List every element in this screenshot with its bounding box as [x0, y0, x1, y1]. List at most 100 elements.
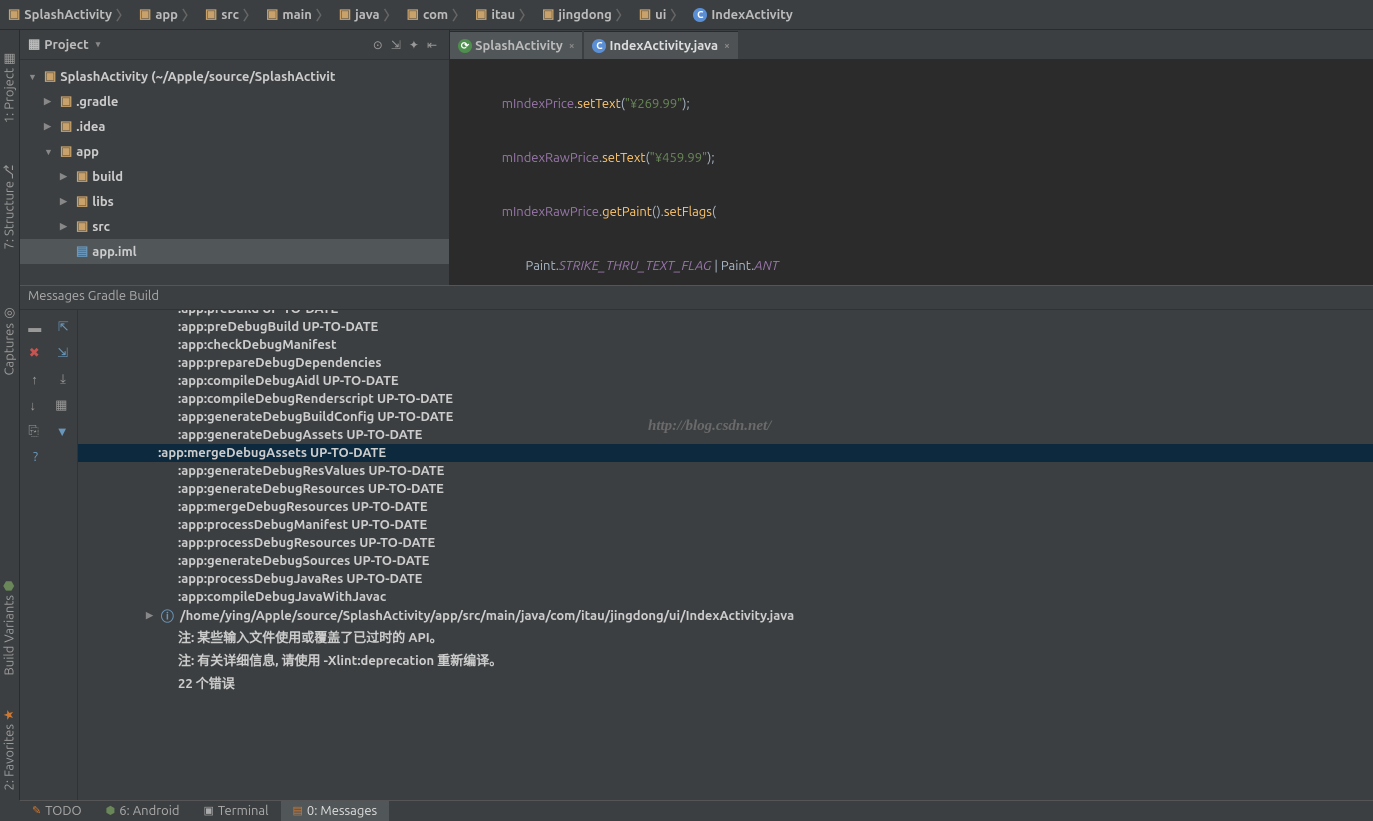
- tree-iml[interactable]: ▤app.iml: [20, 239, 449, 264]
- info-icon: ⓘ: [161, 606, 174, 625]
- java-icon: ⟳: [458, 39, 472, 53]
- build-line[interactable]: :app:generateDebugAssets UP-TO-DATE: [78, 426, 1373, 444]
- messages-icon: ▤: [293, 804, 303, 817]
- collapse-all-icon[interactable]: ⇲: [391, 38, 401, 52]
- crumb-jingdong[interactable]: ▣jingdong: [538, 5, 635, 24]
- project-root-icon: ▣: [44, 69, 56, 84]
- android-icon: ⬢: [106, 804, 116, 817]
- build-line[interactable]: :app:processDebugJavaRes UP-TO-DATE: [78, 570, 1373, 588]
- todo-icon: ✎: [32, 804, 41, 817]
- export-icon[interactable]: ⤓: [60, 372, 66, 387]
- project-title-icon: ▦: [28, 37, 40, 52]
- close-tab-icon[interactable]: ×: [569, 40, 575, 51]
- crumb-main[interactable]: ▣main: [262, 5, 335, 24]
- folder-icon: ▣: [76, 219, 88, 234]
- messages-panel: Messages Gradle Build ▬ ⇱ ✖ ⇲ ↑ ⤓ ↓ ▦ ⎘ ▼ ? :…: [20, 285, 1373, 800]
- folder-icon: ▣: [639, 7, 651, 22]
- tree-idea[interactable]: ▶▣.idea: [20, 114, 449, 139]
- build-line[interactable]: :app:generateDebugResValues UP-TO-DATE: [78, 462, 1373, 480]
- bottom-messages[interactable]: ▤0: Messages: [281, 801, 390, 821]
- pin-icon[interactable]: ⎘: [28, 424, 38, 439]
- rail-structure[interactable]: 7: Structure⎇: [2, 163, 17, 249]
- settings-icon[interactable]: ✦: [409, 38, 419, 52]
- folder-icon: ▣: [475, 7, 487, 22]
- project-icon: ▣: [8, 7, 20, 22]
- scroll-from-source-icon[interactable]: ⊙: [373, 38, 383, 52]
- messages-toolbar: ▬ ⇱ ✖ ⇲ ↑ ⤓ ↓ ▦ ⎘ ▼ ?: [20, 310, 78, 800]
- down-icon[interactable]: ↓: [30, 398, 37, 413]
- build-line[interactable]: :app:compileDebugRenderscript UP-TO-DATE: [78, 390, 1373, 408]
- stop-icon[interactable]: ▬: [28, 320, 41, 335]
- build-line[interactable]: :app:mergeDebugResources UP-TO-DATE: [78, 498, 1373, 516]
- project-panel: ▦Project ⊙ ⇲ ✦ ⇤ ▼▣SplashActivity (~/App…: [20, 30, 450, 285]
- crumb-class[interactable]: CIndexActivity: [689, 8, 802, 22]
- rail-favorites[interactable]: 2: Favorites★: [2, 706, 17, 790]
- tree-libs[interactable]: ▶▣libs: [20, 189, 449, 214]
- build-line[interactable]: :app:processDebugResources UP-TO-DATE: [78, 534, 1373, 552]
- filter-icon[interactable]: ▼: [56, 424, 69, 439]
- hide-icon[interactable]: ⇤: [427, 38, 437, 52]
- tree-src[interactable]: ▶▣src: [20, 214, 449, 239]
- code-editor[interactable]: mIndexPrice.setText("¥269.99"); mIndexRa…: [450, 60, 1373, 285]
- folder-icon: ▣: [407, 7, 419, 22]
- build-line[interactable]: :app:generateDebugSources UP-TO-DATE: [78, 552, 1373, 570]
- rail-captures[interactable]: Captures◎: [2, 305, 17, 376]
- left-tool-rail: 1: Project▦ 7: Structure⎇: [0, 30, 20, 285]
- build-line[interactable]: :app:generateDebugResources UP-TO-DATE: [78, 480, 1373, 498]
- build-line[interactable]: :app:checkDebugManifest: [78, 336, 1373, 354]
- build-line[interactable]: :app:compileDebugJavaWithJavac: [78, 588, 1373, 606]
- build-line[interactable]: :app:preDebugBuild UP-TO-DATE: [78, 318, 1373, 336]
- folder-icon: ▣: [60, 119, 72, 134]
- iml-icon: ▤: [76, 244, 88, 259]
- folder-icon: ▣: [76, 169, 88, 184]
- messages-header: Messages Gradle Build: [20, 286, 1373, 310]
- build-line[interactable]: :app:processDebugManifest UP-TO-DATE: [78, 516, 1373, 534]
- crumb-itau[interactable]: ▣itau: [471, 5, 538, 24]
- tree-build[interactable]: ▶▣build: [20, 164, 449, 189]
- project-rail-icon: ▦: [2, 50, 17, 65]
- tab-indexactivity[interactable]: C IndexActivity.java×: [584, 31, 737, 59]
- bottom-todo[interactable]: ✎TODO: [20, 801, 94, 821]
- crumb-project[interactable]: ▣SplashActivity: [4, 5, 135, 24]
- collapse-icon[interactable]: ⇲: [57, 346, 68, 361]
- close-tab-icon[interactable]: ×: [724, 40, 730, 51]
- crumb-ui[interactable]: ▣ui: [635, 5, 690, 24]
- build-line[interactable]: :app:generateDebugBuildConfig UP-TO-DATE: [78, 408, 1373, 426]
- project-panel-header: ▦Project ⊙ ⇲ ✦ ⇤: [20, 30, 449, 60]
- terminal-icon: ▣: [203, 804, 213, 817]
- project-panel-title[interactable]: ▦Project: [28, 37, 100, 52]
- bottom-terminal[interactable]: ▣Terminal: [191, 801, 280, 821]
- layout-icon[interactable]: ▦: [55, 398, 67, 413]
- error-count: 22 个错误: [78, 671, 1373, 694]
- folder-icon: ▣: [205, 7, 217, 22]
- bottom-android[interactable]: ⬢6: Android: [94, 801, 192, 821]
- build-line[interactable]: :app:preBuild UP-TO-DATE: [78, 310, 1373, 318]
- expand-icon[interactable]: ⇱: [58, 320, 69, 335]
- tree-gradle[interactable]: ▶▣.gradle: [20, 89, 449, 114]
- rail-build-variants[interactable]: Build Variants⬢: [2, 577, 17, 675]
- folder-icon: ▣: [139, 7, 151, 22]
- build-variants-icon: ⬢: [2, 577, 17, 592]
- project-tree[interactable]: ▼▣SplashActivity (~/Apple/source/SplashA…: [20, 60, 449, 285]
- crumb-app[interactable]: ▣app: [135, 5, 201, 24]
- crumb-src[interactable]: ▣src: [201, 5, 262, 24]
- crumb-java[interactable]: ▣java: [335, 5, 403, 24]
- build-line[interactable]: :app:prepareDebugDependencies: [78, 354, 1373, 372]
- build-line-selected[interactable]: :app:mergeDebugAssets UP-TO-DATE: [78, 444, 1373, 462]
- folder-icon: ▣: [60, 94, 72, 109]
- up-icon[interactable]: ↑: [31, 372, 38, 387]
- tree-root[interactable]: ▼▣SplashActivity (~/Apple/source/SplashA…: [20, 64, 449, 89]
- crumb-com[interactable]: ▣com: [403, 5, 471, 24]
- tree-app[interactable]: ▼▣app: [20, 139, 449, 164]
- help-icon[interactable]: ?: [33, 450, 38, 464]
- note-line: 注: 有关详细信息, 请使用 -Xlint:deprecation 重新编译。: [78, 648, 1373, 671]
- folder-icon: ▣: [339, 7, 351, 22]
- messages-output[interactable]: :app:preBuild UP-TO-DATE :app:preDebugBu…: [78, 310, 1373, 800]
- module-icon: ▣: [60, 144, 72, 159]
- tab-splashactivity[interactable]: ⟳ SplashActivity×: [450, 31, 582, 59]
- close-icon[interactable]: ✖: [29, 346, 40, 361]
- error-file-row[interactable]: ▶ⓘ/home/ying/Apple/source/SplashActivity…: [78, 606, 1373, 625]
- build-line[interactable]: :app:compileDebugAidl UP-TO-DATE: [78, 372, 1373, 390]
- rail-project[interactable]: 1: Project▦: [2, 50, 17, 123]
- structure-rail-icon: ⎇: [2, 163, 17, 178]
